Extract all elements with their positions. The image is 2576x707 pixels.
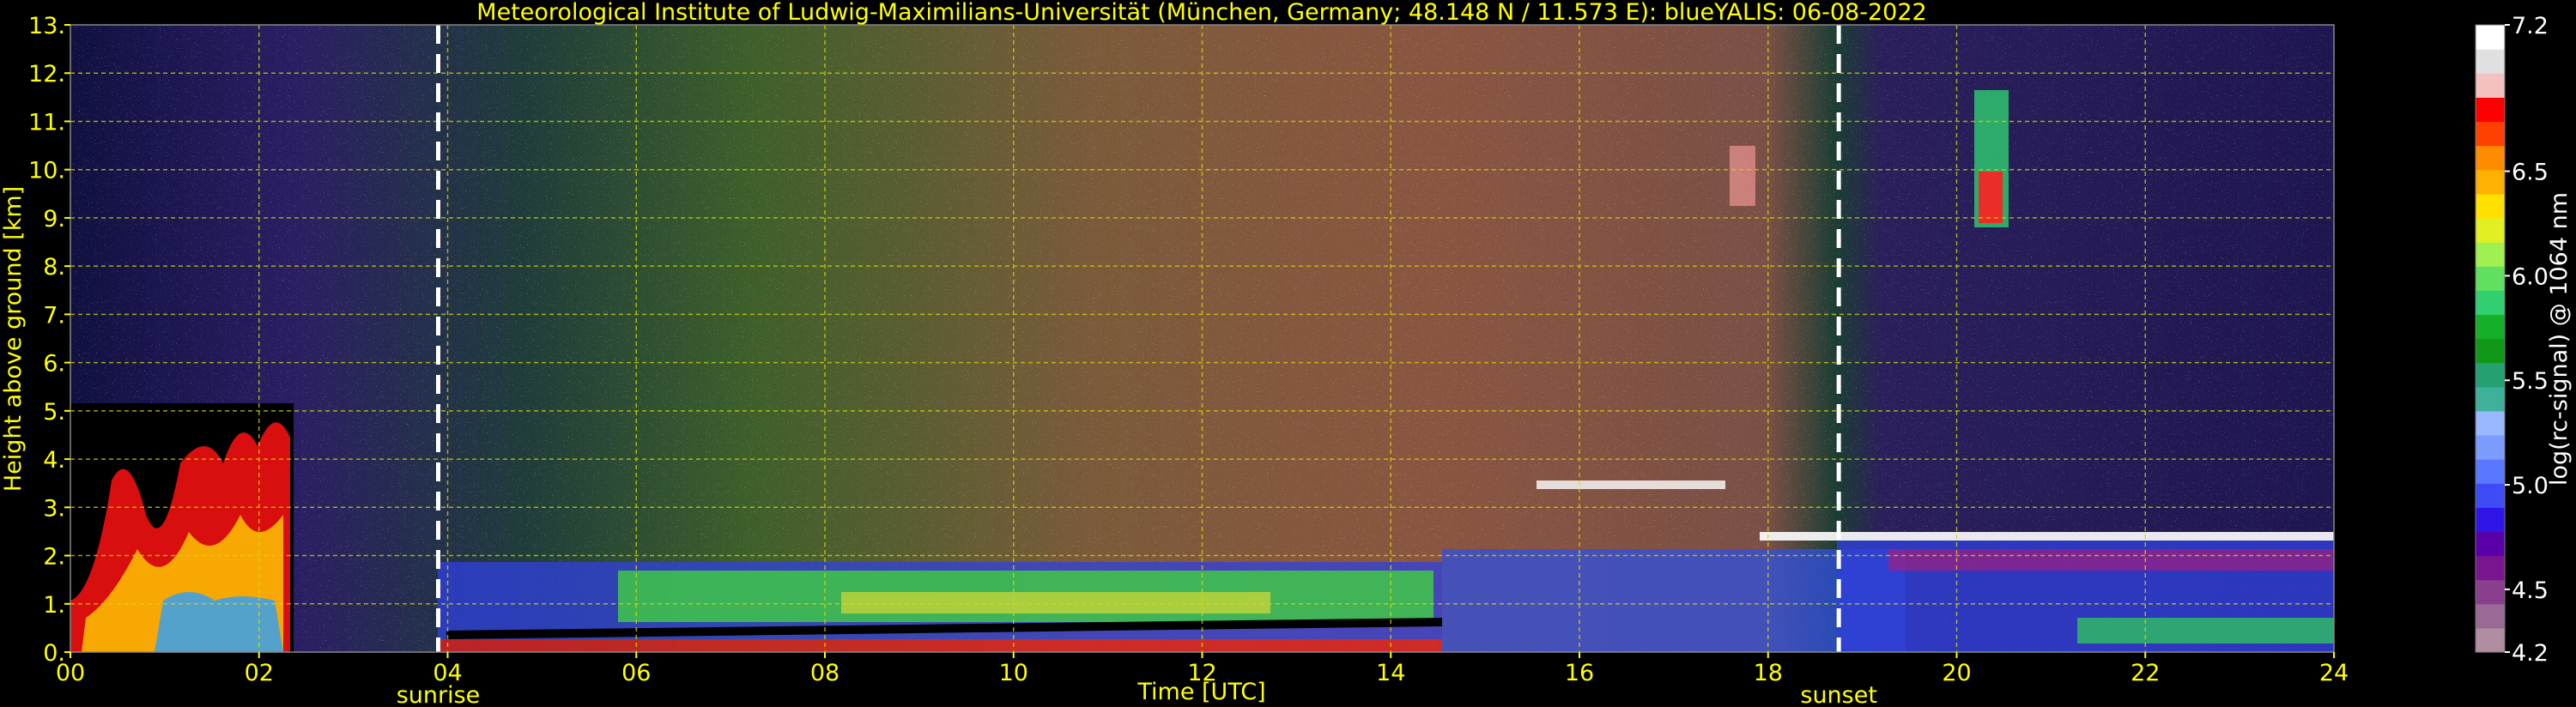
x-tick-label: 24: [2319, 660, 2349, 686]
x-tick-label: 22: [2131, 660, 2160, 686]
y-tick-label: 0.: [43, 640, 65, 667]
y-tick-label: 8.: [43, 254, 65, 281]
y-tick-label: 1.: [43, 592, 65, 619]
colorbar-segment: [2476, 483, 2505, 508]
night-aerosol-base: [155, 592, 283, 652]
y-tick-label: 13.: [28, 13, 65, 39]
colorbar-tick-label: 6.5: [2512, 160, 2549, 186]
colorbar-segment: [2476, 314, 2505, 340]
colorbar-segment: [2476, 121, 2505, 147]
colorbar-segment: [2476, 242, 2505, 267]
x-tick-label: 14: [1376, 660, 1405, 686]
x-tick-label: 18: [1754, 660, 1783, 686]
colorbar-segment: [2476, 25, 2505, 50]
y-tick-label: 11.: [28, 109, 65, 136]
colorbar-segment: [2476, 97, 2505, 123]
y-tick-label: 10.: [28, 158, 65, 184]
evening-magenta-layer: [1888, 549, 2334, 571]
colorbar-segment: [2476, 459, 2505, 484]
colorbar-segment: [2476, 386, 2505, 412]
evening-cloud-line: [1760, 532, 2334, 541]
colorbar-segment: [2476, 217, 2505, 243]
colorbar-tick-label: 4.5: [2512, 577, 2549, 604]
x-tick-label: 20: [1942, 660, 1971, 686]
x-tick-label: 16: [1565, 660, 1594, 686]
colorbar-segment: [2476, 338, 2505, 364]
y-tick-label: 7.: [43, 302, 65, 329]
colorbar-tick-label: 4.2: [2512, 640, 2549, 667]
y-tick-label: 6.: [43, 351, 65, 378]
y-tick-label: 3.: [43, 495, 65, 522]
x-tick-label: 04: [433, 660, 462, 686]
colorbar: 4.2 4.5 5.0 5.5 6.0 6.5 7.2: [2475, 13, 2549, 667]
colorbar-segment: [2476, 603, 2505, 629]
colorbar-segment: [2476, 531, 2505, 557]
colorbar-segment: [2476, 49, 2505, 74]
upper-cloud-1: [1730, 146, 1755, 206]
colorbar-segment: [2476, 410, 2505, 436]
colorbar-label: log(rc-signal) @ 1064 nm: [2546, 192, 2573, 486]
x-tick-label: 02: [245, 660, 274, 686]
colorbar-segment: [2476, 266, 2505, 291]
y-tick-label: 2.: [43, 544, 65, 571]
upper-cloud-core: [1979, 172, 2003, 223]
lidar-chart: sunrise sunset 00 02 04 06 08 10 12 14 16 18 20 22 24…: [0, 0, 2573, 707]
colorbar-tick-label: 6.0: [2512, 263, 2549, 290]
colorbar-segment: [2476, 145, 2505, 171]
x-tick-label: 08: [810, 660, 839, 686]
colorbar-segment: [2476, 169, 2505, 195]
colorbar-segment: [2476, 627, 2505, 653]
y-tick-label: 9.: [43, 206, 65, 233]
colorbar-segment: [2476, 434, 2505, 460]
colorbar-tick-label: 5.0: [2512, 473, 2549, 499]
y-tick-label: 5.: [43, 399, 65, 426]
midlevel-cloud: [1537, 480, 1725, 489]
boundary-layer-yellow: [841, 592, 1270, 613]
y-tick-label: 4.: [43, 447, 65, 474]
chart-title: Meteorological Institute of Ludwig-Maxim…: [476, 0, 1926, 26]
colorbar-segment: [2476, 579, 2505, 605]
colorbar-segment: [2476, 555, 2505, 581]
colorbar-tick-label: 5.5: [2512, 368, 2549, 395]
colorbar-segment: [2476, 73, 2505, 98]
colorbar-segment: [2476, 290, 2505, 315]
colorbar-segment: [2476, 362, 2505, 388]
y-axis: 0. 1. 2. 3. 4. 5. 6. 7. 8. 9. 10. 11. 12. 13.: [28, 13, 70, 667]
evening-green-surface: [2077, 618, 2334, 644]
colorbar-segment: [2476, 193, 2505, 219]
x-tick-label: 10: [999, 660, 1028, 686]
x-axis-label: Time [UTC]: [1136, 679, 1265, 705]
y-axis-label: Height above ground [km]: [0, 186, 27, 492]
x-tick-label: 06: [621, 660, 651, 686]
colorbar-tick-label: 7.2: [2512, 13, 2549, 39]
surface-layer: [438, 639, 1442, 652]
y-tick-label: 12.: [28, 61, 65, 88]
colorbar-segment: [2476, 507, 2505, 533]
annotation-label-sunset: sunset: [1800, 682, 1877, 707]
afternoon-layer: [1442, 549, 1906, 652]
